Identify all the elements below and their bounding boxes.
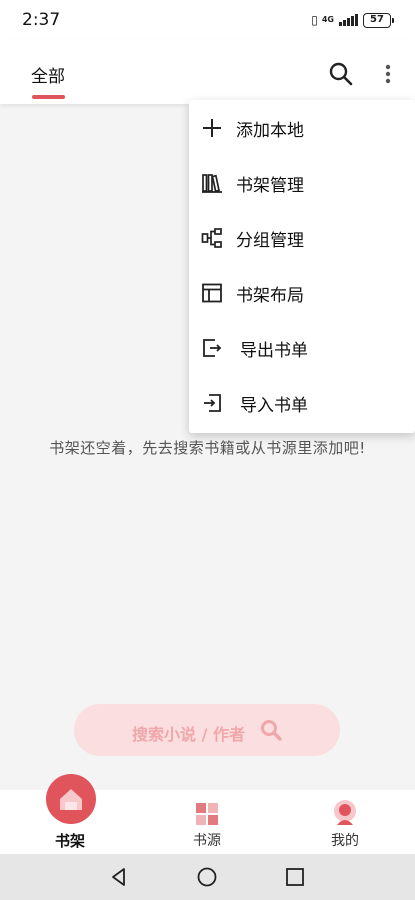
menu-item-label: 添加本地 (236, 121, 304, 141)
bottom-navigation: 书架 书源 我的 (0, 774, 415, 854)
menu-item-group-manage[interactable]: 分组管理 (189, 210, 415, 265)
back-icon[interactable] (108, 866, 130, 888)
search-icon (329, 62, 353, 86)
nav-item-book-source[interactable]: 书源 (167, 790, 247, 854)
status-time: 2:37 (22, 10, 61, 30)
menu-item-label: 导出书单 (240, 341, 308, 361)
nav-item-bookshelf[interactable]: 书架 (30, 774, 110, 854)
book-source-icon (196, 803, 218, 825)
group-tree-icon (201, 228, 222, 248)
network-type-label: 4G (321, 15, 334, 24)
more-vert-icon (385, 64, 391, 84)
menu-item-export-list[interactable]: 导出书单 (189, 320, 415, 375)
search-icon (261, 720, 282, 741)
menu-item-label: 书架管理 (236, 176, 304, 196)
menu-item-label: 书架布局 (236, 286, 304, 306)
more-menu-button[interactable] (378, 60, 398, 88)
export-icon (203, 339, 222, 357)
search-button[interactable] (327, 60, 355, 88)
menu-item-add-local[interactable]: 添加本地 (189, 100, 415, 155)
menu-item-label: 分组管理 (236, 231, 304, 251)
nav-label: 我的 (331, 833, 359, 849)
vibrate-icon: ▯ (311, 13, 318, 27)
status-icons: ▯ 4G 57 (311, 11, 394, 29)
battery-icon: 57 (363, 12, 394, 28)
nav-item-mine[interactable]: 我的 (305, 790, 385, 854)
overflow-menu: 添加本地 书架管理 分组管理 书架布局 导出书单 导入书单 (189, 100, 415, 433)
profile-icon (334, 800, 356, 825)
nav-label: 书架 (54, 832, 85, 850)
menu-item-label: 导入书单 (240, 396, 308, 416)
layout-icon (202, 283, 222, 303)
menu-item-shelf-layout[interactable]: 书架布局 (189, 265, 415, 320)
menu-item-import-list[interactable]: 导入书单 (189, 375, 415, 430)
search-pill-label: 搜索小说 / 作者 (132, 725, 245, 744)
recents-icon[interactable] (284, 866, 306, 888)
app-bar: 全部 (0, 40, 415, 104)
bookshelf-icon (202, 174, 222, 193)
import-icon (204, 394, 221, 412)
system-navigation-bar (0, 854, 415, 900)
nav-label: 书源 (193, 833, 221, 849)
home-icon (46, 774, 96, 824)
home-circle-icon[interactable] (196, 866, 218, 888)
menu-item-shelf-manage[interactable]: 书架管理 (189, 155, 415, 210)
empty-shelf-message: 书架还空着，先去搜索书籍或从书源里添加吧! (49, 439, 366, 457)
search-novel-button[interactable]: 搜索小说 / 作者 (74, 704, 340, 756)
tab-all[interactable]: 全部 (30, 62, 66, 87)
tab-indicator (32, 95, 65, 99)
status-bar: 2:37 ▯ 4G 57 (0, 0, 415, 40)
signal-icon (339, 14, 358, 26)
plus-icon (203, 119, 221, 137)
